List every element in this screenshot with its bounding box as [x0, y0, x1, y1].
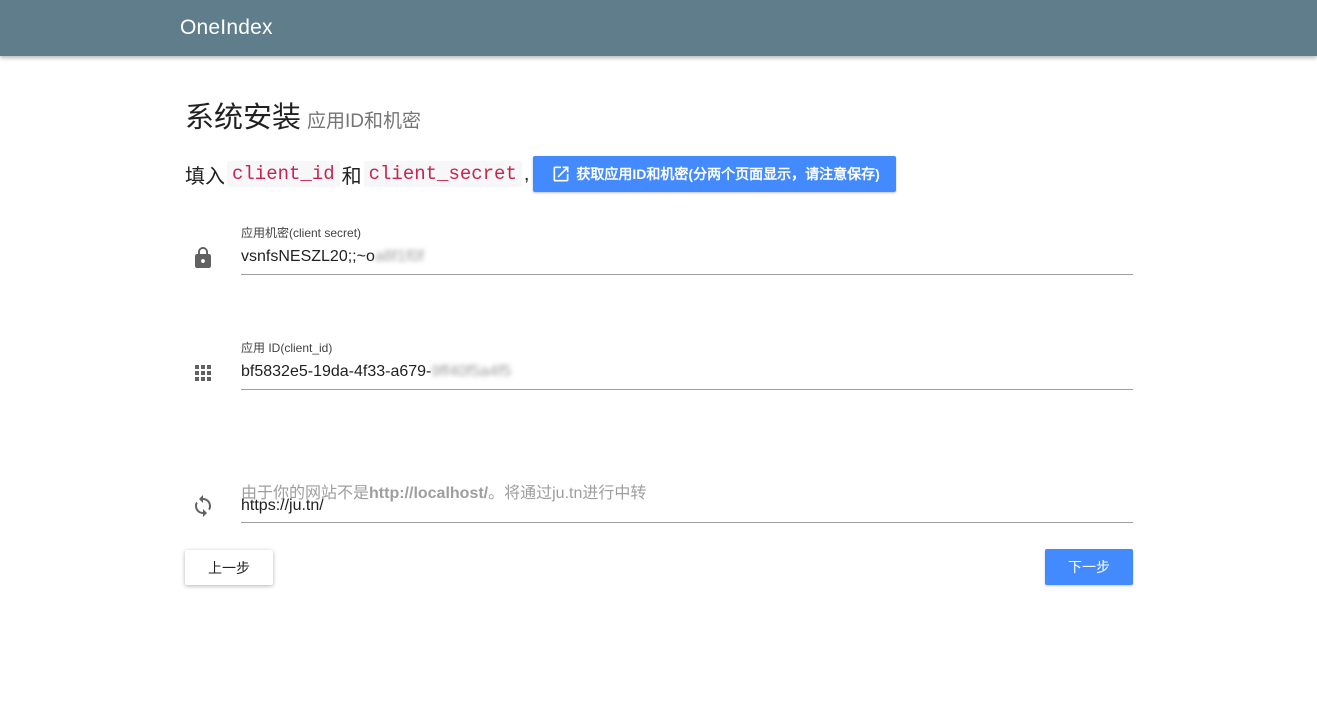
app-bar: OneIndex	[0, 0, 1317, 56]
client-secret-input[interactable]: vsnfsNESZL20;;~oa8f1f0f	[241, 248, 424, 266]
page-title-main: 系统安装	[185, 102, 302, 134]
client-secret-label: 应用机密(client secret)	[241, 226, 362, 240]
page-title: 系统安装 应用ID和机密	[185, 94, 421, 136]
code-client-secret: client_secret	[363, 161, 522, 187]
redirect-uri-underline	[241, 522, 1133, 523]
client-secret-value: vsnfsNESZL20;;~o	[241, 248, 375, 265]
client-secret-redacted: a8f1f0f	[374, 248, 424, 265]
client-id-underline	[241, 389, 1133, 390]
instructions-prefix: 填入	[185, 165, 225, 188]
open-in-new-icon	[553, 166, 569, 182]
redirect-uri-input[interactable]: https://ju.tn/	[241, 497, 324, 515]
client-id-label: 应用 ID(client_id)	[241, 341, 333, 355]
previous-step-button[interactable]: 上一步	[185, 550, 273, 585]
client-id-redacted: 9ff40f5a4f5	[431, 363, 512, 380]
next-step-button[interactable]: 下一步	[1045, 549, 1133, 585]
apps-grid-icon	[191, 361, 215, 385]
page-title-sub: 应用ID和机密	[307, 111, 422, 132]
app-title[interactable]: OneIndex	[180, 14, 273, 42]
client-id-value: bf5832e5-19da-4f33-a679-	[241, 363, 432, 380]
instructions-middle: 和	[341, 165, 362, 188]
client-id-input[interactable]: bf5832e5-19da-4f33-a679-9ff40f5a4f5	[241, 363, 511, 381]
redirect-hint-suffix: 。将通过ju.tn进行中转	[488, 485, 647, 502]
instructions-suffix: ,	[523, 162, 530, 185]
instructions: 填入 client_id 和 client_secret , 获取应用ID和机密…	[185, 156, 896, 192]
redirect-hint-url: http://localhost/	[369, 485, 489, 502]
sync-icon	[191, 494, 215, 518]
lock-icon	[191, 246, 215, 270]
code-client-id: client_id	[227, 161, 340, 187]
get-app-id-secret-button[interactable]: 获取应用ID和机密(分两个页面显示，请注意保存)	[533, 156, 896, 192]
client-secret-underline	[241, 274, 1133, 275]
get-app-id-secret-label: 获取应用ID和机密(分两个页面显示，请注意保存)	[576, 166, 880, 182]
